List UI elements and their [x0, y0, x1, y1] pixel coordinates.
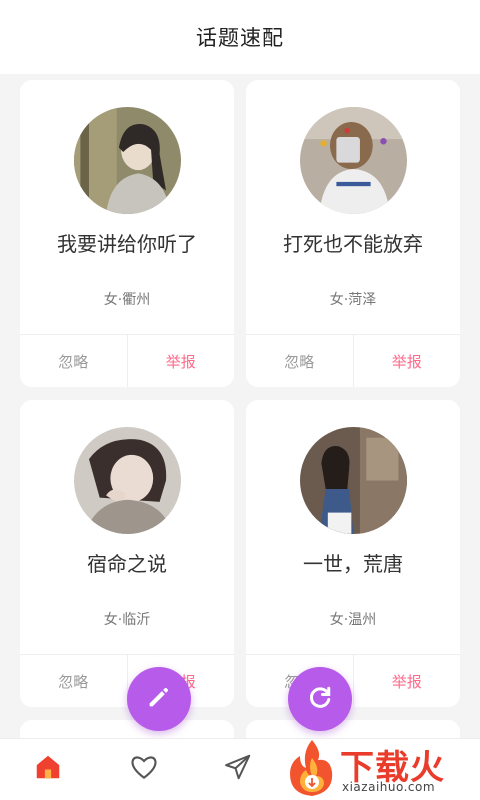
report-button[interactable]: 举报: [128, 335, 235, 387]
card-location: 女·衢州: [103, 292, 151, 308]
match-card[interactable]: 一世，荒唐 女·温州 忽略 举报: [246, 400, 460, 707]
watermark-logo: 下载火 xiazaihuo.com: [282, 736, 480, 800]
card-location: 女·临沂: [103, 612, 151, 628]
ignore-button[interactable]: 忽略: [20, 335, 128, 387]
heart-icon: [128, 751, 160, 787]
avatar[interactable]: [300, 427, 407, 534]
page-title: 话题速配: [196, 26, 284, 50]
ignore-button[interactable]: 忽略: [246, 335, 354, 387]
flame-icon: [290, 740, 333, 796]
card-name: 一世，荒唐: [303, 552, 403, 576]
tab-messages[interactable]: [220, 751, 256, 787]
card-actions: 忽略 举报: [246, 334, 460, 387]
card-actions: 忽略 举报: [20, 334, 234, 387]
tab-home[interactable]: [30, 751, 66, 787]
pencil-icon: [145, 683, 173, 715]
ignore-button[interactable]: 忽略: [20, 655, 128, 707]
report-button[interactable]: 举报: [354, 335, 461, 387]
card-name: 打死也不能放弃: [283, 232, 423, 256]
tab-likes[interactable]: [126, 751, 162, 787]
home-icon: [33, 752, 63, 786]
match-grid: 我要讲给你听了 女·衢州 忽略 举报 打死也不能放弃 女·菏泽 忽略 举报 宿命…: [0, 74, 480, 738]
match-card[interactable]: 打死也不能放弃 女·菏泽 忽略 举报: [246, 80, 460, 387]
refresh-icon: [305, 682, 335, 716]
match-card[interactable]: 我要讲给你听了 女·衢州 忽略 举报: [20, 80, 234, 387]
watermark-url: xiazaihuo.com: [342, 780, 436, 794]
avatar[interactable]: [74, 107, 181, 214]
card-location: 女·菏泽: [329, 292, 377, 308]
card-name: 我要讲给你听了: [57, 232, 197, 256]
card-name: 宿命之说: [87, 552, 167, 576]
refresh-button[interactable]: [288, 667, 352, 731]
match-card[interactable]: [20, 720, 234, 738]
send-icon: [223, 752, 253, 786]
avatar[interactable]: [74, 427, 181, 534]
card-location: 女·温州: [329, 612, 377, 628]
avatar[interactable]: [300, 107, 407, 214]
report-button[interactable]: 举报: [354, 655, 461, 707]
edit-topic-button[interactable]: [127, 667, 191, 731]
top-bar: 话题速配: [0, 0, 480, 74]
match-card[interactable]: 宿命之说 女·临沂 忽略 举报: [20, 400, 234, 707]
card-actions: 忽略 举报: [246, 654, 460, 707]
